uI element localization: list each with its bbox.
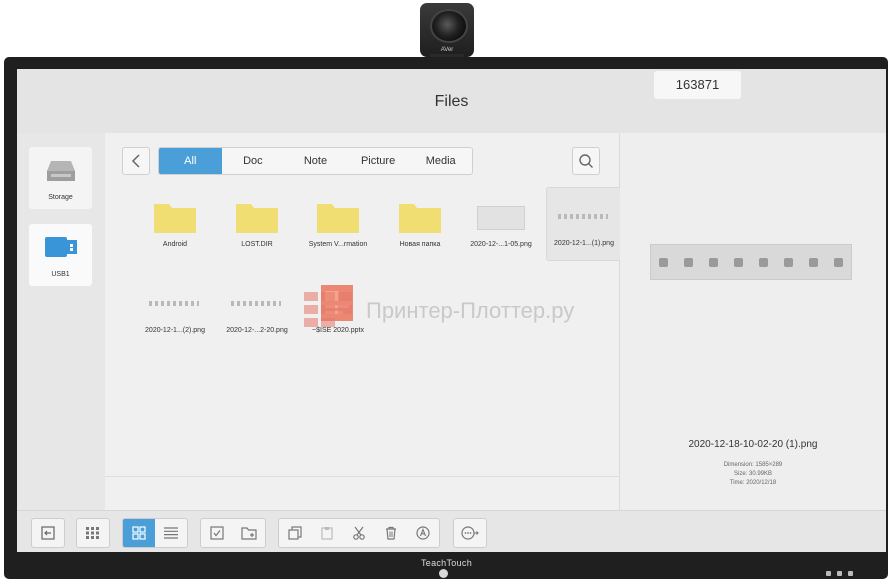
preview-panel: 2020-12-18-10-02-20 (1).png Dimension: 1… — [620, 133, 886, 510]
more-group — [453, 518, 487, 548]
sidebar: Storage USB1 — [17, 133, 105, 510]
exit-button-group — [31, 518, 65, 548]
sidebar-item-label: Storage — [48, 194, 73, 201]
search-icon — [579, 154, 593, 168]
bottom-toolbar — [17, 510, 886, 552]
grid-dots-icon — [86, 527, 99, 539]
bezel-button[interactable] — [848, 571, 853, 576]
chevron-left-icon — [131, 154, 140, 168]
watermark-logo-icon — [304, 292, 352, 327]
file-name: 2020-12-1...(1).png — [554, 240, 614, 247]
tab-doc[interactable]: Doc — [222, 148, 285, 174]
bezel-button[interactable] — [837, 571, 842, 576]
scissors-icon — [353, 526, 365, 540]
session-code: 163871 — [654, 71, 741, 99]
apps-button-group — [76, 518, 110, 548]
file-name: Новая папка — [399, 241, 441, 248]
divider — [105, 476, 619, 477]
file-item[interactable]: Android — [138, 189, 212, 261]
folder-icon — [154, 204, 196, 233]
drive-icon — [47, 161, 75, 181]
folder-icon — [236, 204, 278, 233]
more-options-icon — [461, 526, 479, 540]
sidebar-item-usb1[interactable]: USB1 — [29, 224, 92, 286]
paste-button[interactable] — [311, 519, 343, 547]
new-folder-button[interactable] — [233, 519, 265, 547]
sidebar-item-storage[interactable]: Storage — [29, 147, 92, 209]
paste-icon — [321, 527, 333, 540]
cut-button[interactable] — [343, 519, 375, 547]
preview-time: Time: 2020/12/18 — [729, 480, 777, 486]
tab-media[interactable]: Media — [409, 148, 472, 174]
file-name: Android — [162, 241, 188, 248]
file-name: 2020-12-1...(2).png — [145, 327, 205, 334]
page-title: Files — [434, 93, 469, 110]
file-name: LOST.DIR — [241, 241, 273, 248]
grid-view-button[interactable] — [123, 519, 155, 547]
search-button[interactable] — [572, 147, 600, 175]
checkbox-icon — [210, 526, 224, 540]
apps-button[interactable] — [77, 519, 109, 547]
sidebar-item-label: USB1 — [51, 271, 70, 278]
file-item[interactable]: Новая папка — [383, 189, 457, 261]
file-item[interactable]: 2020-12-...1-05.png — [464, 189, 538, 261]
usb-icon — [45, 237, 77, 257]
delete-button[interactable] — [375, 519, 407, 547]
tab-all[interactable]: All — [159, 148, 222, 174]
trash-icon — [386, 526, 396, 540]
preview-filename: 2020-12-18-10-02-20 (1).png — [688, 439, 818, 450]
back-button[interactable] — [122, 147, 150, 175]
file-item-selected[interactable]: 2020-12-1...(1).png — [546, 187, 622, 261]
camera-lens — [430, 9, 468, 43]
file-item[interactable]: 2020-12-1...(2).png — [138, 275, 212, 347]
exit-icon — [41, 526, 55, 540]
file-name: System V...rmation — [308, 241, 368, 248]
image-thumbnail — [477, 206, 525, 230]
edit-actions-group — [278, 518, 440, 548]
file-item[interactable]: LOST.DIR — [220, 189, 294, 261]
copy-button[interactable] — [279, 519, 311, 547]
select-group — [200, 518, 266, 548]
tab-picture[interactable]: Picture — [347, 148, 410, 174]
bezel-brand: TeachTouch — [420, 558, 473, 568]
rename-button[interactable] — [407, 519, 439, 547]
folder-icon — [317, 204, 359, 233]
new-folder-icon — [241, 527, 257, 540]
camera-brand: AVer — [440, 47, 454, 53]
filter-tabs: All Doc Note Picture Media — [158, 147, 473, 175]
copy-icon — [288, 526, 302, 540]
file-name: 2020-12-...2-20.png — [226, 327, 288, 334]
preview-image — [650, 244, 852, 280]
image-thumbnail — [558, 214, 608, 219]
select-button[interactable] — [201, 519, 233, 547]
exit-button[interactable] — [32, 519, 64, 547]
file-item[interactable]: System V...rmation — [301, 189, 375, 261]
folder-icon — [399, 204, 441, 233]
more-button[interactable] — [454, 519, 486, 547]
image-thumbnail — [149, 301, 199, 306]
webcam: AVer — [420, 3, 474, 57]
watermark-text: Принтер-Плоттер.ру — [366, 298, 575, 323]
grid-view-icon — [132, 526, 146, 540]
bezel-button[interactable] — [826, 571, 831, 576]
file-name: 2020-12-...1-05.png — [470, 241, 532, 248]
view-toggle-group — [122, 518, 188, 548]
bezel-logo-icon — [439, 569, 448, 578]
rename-icon — [416, 526, 430, 540]
app-header: Files 163871 — [17, 69, 886, 133]
list-view-button[interactable] — [155, 519, 187, 547]
preview-dimension: Dimension: 1585×289 — [723, 462, 783, 468]
tab-note[interactable]: Note — [284, 148, 347, 174]
list-view-icon — [164, 527, 178, 539]
preview-size: Size: 30.99KB — [733, 471, 773, 477]
image-thumbnail — [231, 301, 281, 306]
file-item[interactable]: 2020-12-...2-20.png — [220, 275, 294, 347]
watermark: Принтер-Плоттер.ру — [296, 288, 626, 332]
